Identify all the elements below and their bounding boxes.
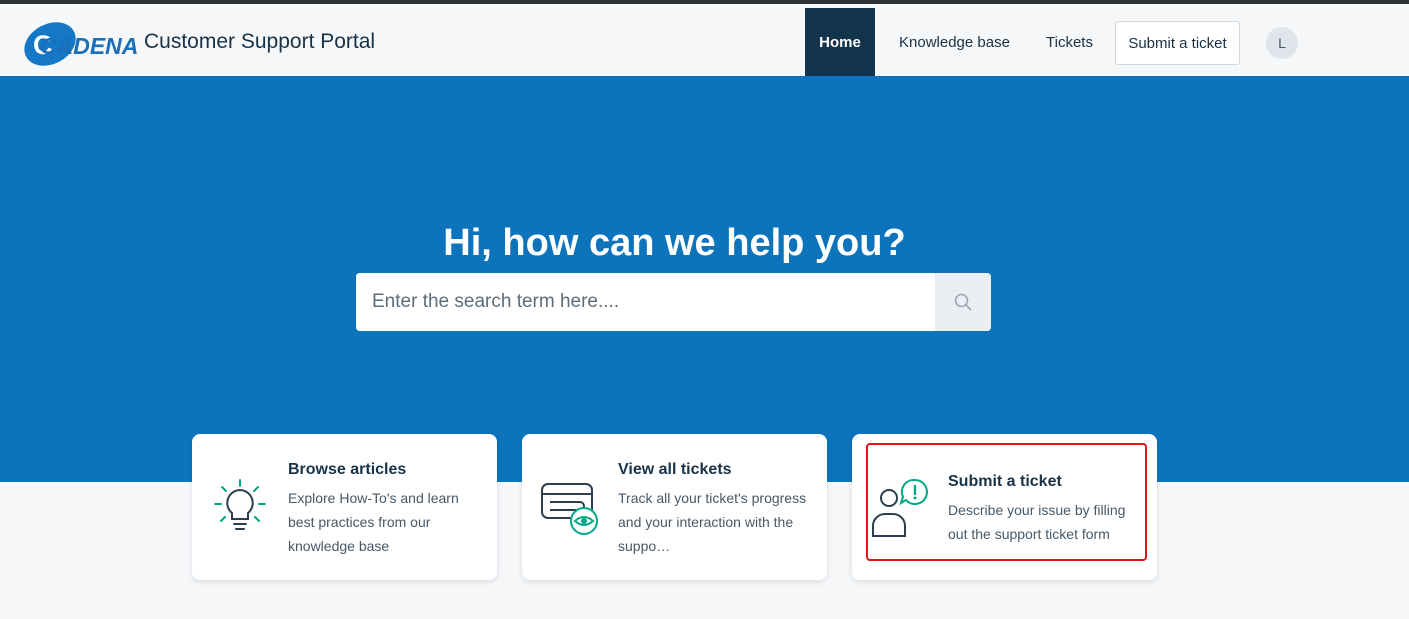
card-description: Explore How-To's and learn best practice… [288,490,459,554]
lightbulb-icon [212,478,268,543]
card-title: Browse articles [288,461,407,478]
card-description: Track all your ticket's progress and you… [618,490,807,554]
search-input[interactable] [356,273,934,331]
search-box [356,273,991,331]
card-browse-articles[interactable]: Browse articles Explore How-To's and lea… [192,434,497,580]
card-view-tickets[interactable]: View all tickets Track all your ticket's… [522,434,827,580]
card-description: Describe your issue by filling out the s… [948,502,1126,542]
hero-title: Hi, how can we help you? [443,222,906,264]
hero-title-wrap: Hi, how can we help you? [0,222,1349,265]
nav-tickets[interactable]: Tickets [1046,8,1093,76]
card-title: Submit a ticket [948,473,1062,490]
search-icon [954,293,972,311]
logo-text: CADENA [40,33,138,59]
cadena-logo[interactable]: C CADENA [24,17,139,69]
card-submit-ticket[interactable]: Submit a ticket Describe your issue by f… [852,434,1157,580]
person-alert-icon [870,478,932,545]
nav-home[interactable]: Home [805,8,875,76]
ticket-eye-icon [540,478,602,543]
user-avatar[interactable]: L [1266,27,1298,59]
nav-submit-ticket-button[interactable]: Submit a ticket [1115,21,1240,65]
site-header: C CADENA Customer Support Portal Home Kn… [0,4,1409,76]
card-title: View all tickets [618,461,732,478]
portal-title[interactable]: Customer Support Portal [144,30,375,54]
search-button[interactable] [935,273,991,331]
nav-knowledge-base[interactable]: Knowledge base [899,8,1010,76]
